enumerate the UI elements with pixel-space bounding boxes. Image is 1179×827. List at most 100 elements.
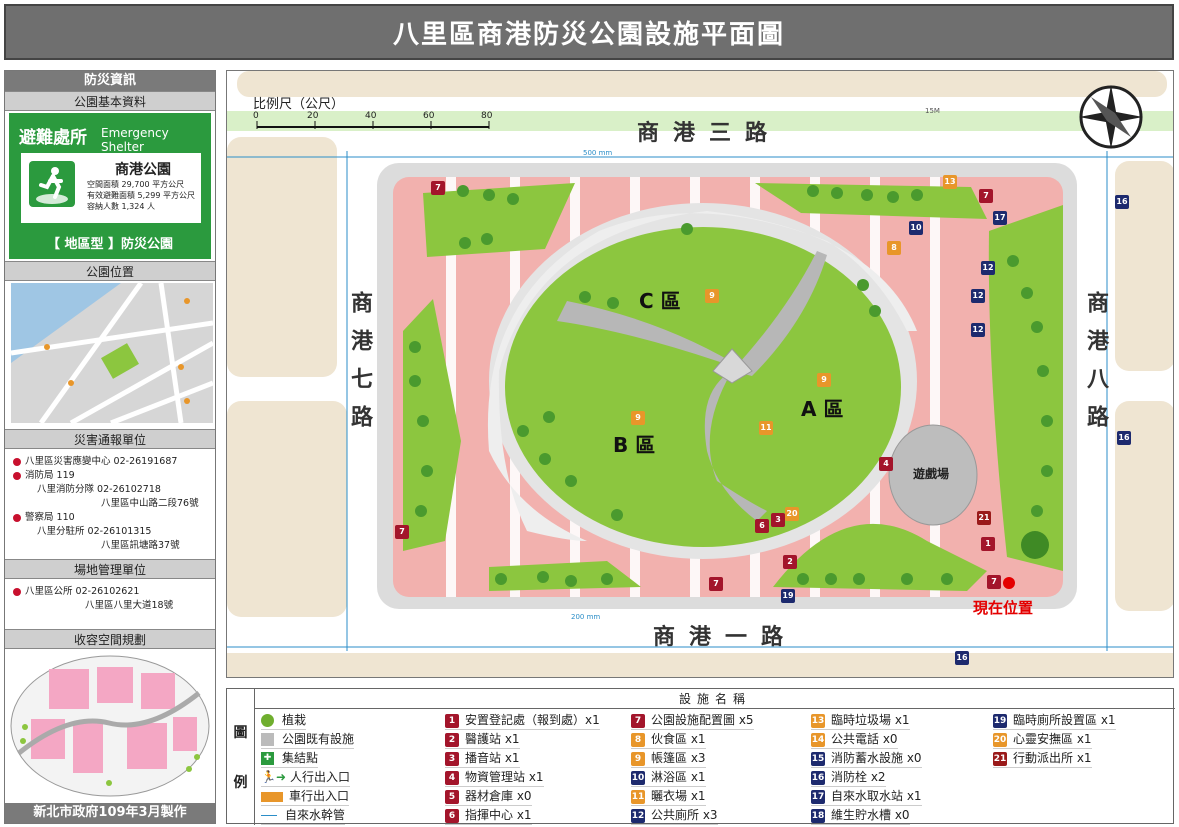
zone-a-label: A 區 <box>801 397 844 421</box>
legend-side-bottom: 例 <box>233 775 248 791</box>
facility-number-badge: 5 <box>445 789 459 804</box>
legend-facility-14: 14 公共電話 x0 <box>811 730 898 749</box>
location-minimap <box>11 283 213 423</box>
facility-badge-3: 3 <box>771 513 785 527</box>
facility-number-badge: 18 <box>811 808 825 823</box>
footer-credit: 新北市政府109年3月製作 <box>5 803 215 823</box>
vehicle-entrance-icon <box>261 791 283 802</box>
legend-facility-8: 8 伙食區 x1 <box>631 730 706 749</box>
legend-facility-12: 12 公共廁所 x3 <box>631 806 718 825</box>
road-south-label: 商港一路 <box>653 625 798 650</box>
zone-c-label: C 區 <box>639 289 681 313</box>
legend: 圖 例 設施名稱 植栽 公園既有設施 ✚ 集結點 🏃➜ 人行出入口 車行出入口 自來… <box>226 688 1175 825</box>
facility-label: 伙食區 x1 <box>651 732 706 746</box>
facility-label: 器材倉庫 x0 <box>465 789 532 803</box>
facility-label: 臨時垃圾場 x1 <box>831 713 910 727</box>
facility-number-badge: 16 <box>811 770 825 785</box>
report-list: 八里區災害應變中心 02-26191687 消防局 119 八里消防分隊 02-… <box>11 455 217 553</box>
legend-facility-11: 11 曬衣場 x1 <box>631 787 706 806</box>
facility-badge-4: 4 <box>879 457 893 471</box>
report-row: 消防局 119 <box>11 469 217 483</box>
legend-assembly: ✚ 集結點 <box>261 749 319 768</box>
shelter-card: 避難處所 Emergency Shelter 商港公園 空間面積 29,700 … <box>9 113 211 259</box>
facility-label: 公共電話 x0 <box>831 732 898 746</box>
legend-side-top: 圖 <box>233 725 248 741</box>
facility-number-badge: 4 <box>445 770 459 785</box>
facility-badge-7: 7 <box>395 525 409 539</box>
legend-facility-10: 10 淋浴區 x1 <box>631 768 706 787</box>
manage-row: 八里區公所 02-26102621 <box>11 585 217 599</box>
facility-number-badge: 17 <box>811 789 825 804</box>
facility-label: 淋浴區 x1 <box>651 770 706 784</box>
facility-number-badge: 1 <box>445 713 459 728</box>
scale-tick-20: 20 <box>307 111 319 121</box>
facility-number-badge: 6 <box>445 808 459 823</box>
legend-facility-9: 9 帳篷區 x3 <box>631 749 706 768</box>
facility-number-badge: 19 <box>993 713 1007 728</box>
playground-label: 遊戲場 <box>913 467 950 481</box>
facility-label: 公共廁所 x3 <box>651 808 718 822</box>
road-west-label: 商港七路 <box>347 291 372 443</box>
facility-label: 指揮中心 x1 <box>465 808 532 822</box>
facility-number-badge: 10 <box>631 770 645 785</box>
legend-facility-5: 5 器材倉庫 x0 <box>445 787 532 806</box>
legend-facility-7: 7 公園設施配置圖 x5 <box>631 711 754 730</box>
facility-label: 心靈安撫區 x1 <box>1013 732 1092 746</box>
road-north-label: 商港三路 <box>637 121 782 146</box>
facility-label: 醫護站 x1 <box>465 732 520 746</box>
sidebar: 防災資訊 公園基本資料 避難處所 Emergency Shelter 商港公園 … <box>4 70 216 824</box>
legend-vehicle: 車行出入口 <box>261 787 350 806</box>
legend-facility-2: 2 醫護站 x1 <box>445 730 520 749</box>
facility-number-badge: 20 <box>993 732 1007 747</box>
legend-side: 圖 例 <box>227 689 255 825</box>
facility-label: 行動派出所 x1 <box>1013 751 1092 765</box>
facility-number-badge: 12 <box>631 808 645 823</box>
legend-facility-21: 21 行動派出所 x1 <box>993 749 1092 768</box>
road-east-label: 商港八路 <box>1083 291 1108 443</box>
facility-badge-20: 20 <box>785 507 799 521</box>
facility-number-badge: 8 <box>631 732 645 747</box>
space-area: 空間面積 29,700 平方公尺 <box>87 180 185 189</box>
scale-tick-60: 60 <box>423 111 435 121</box>
facility-badge-10: 10 <box>909 221 923 235</box>
dim-15m: 15M <box>925 107 940 115</box>
facility-badge-17: 17 <box>993 211 1007 225</box>
facility-badge-2: 2 <box>783 555 797 569</box>
facility-label: 播音站 x1 <box>465 751 520 765</box>
legend-facility-6: 6 指揮中心 x1 <box>445 806 532 825</box>
legend-facility-18: 18 維生貯水槽 x0 <box>811 806 910 825</box>
legend-facility-4: 4 物資管理站 x1 <box>445 768 544 787</box>
facility-badge-9: 9 <box>817 373 831 387</box>
facility-badge-12: 12 <box>981 261 995 275</box>
shelter-en: Emergency Shelter <box>101 126 169 154</box>
facility-number-badge: 21 <box>993 751 1007 766</box>
legend-plant: 植栽 <box>261 711 307 730</box>
facility-badge-11: 11 <box>759 421 773 435</box>
facility-number-badge: 2 <box>445 732 459 747</box>
location-header: 公園位置 <box>5 261 215 281</box>
scale-label: 比例尺（公尺） <box>253 97 345 112</box>
facility-label: 臨時廁所設置區 x1 <box>1013 713 1116 727</box>
legend-existing: 公園既有設施 <box>261 730 355 749</box>
facility-badge-9: 9 <box>631 411 645 425</box>
facility-badge-16: 16 <box>1115 195 1129 209</box>
facility-badge-12: 12 <box>971 289 985 303</box>
facility-label: 公園設施配置圖 x5 <box>651 713 754 727</box>
report-row: 警察局 110 <box>11 511 217 525</box>
facility-label: 消防栓 x2 <box>831 770 886 784</box>
facility-number-badge: 7 <box>631 713 645 728</box>
legend-facility-15: 15 消防蓄水設施 x0 <box>811 749 922 768</box>
report-row: 八里消防分隊 02-26102718 <box>37 484 161 495</box>
legend-facility-3: 3 播音站 x1 <box>445 749 520 768</box>
report-row: 八里分駐所 02-26101315 <box>37 526 152 537</box>
title-bar: 八里區商港防災公園設施平面圖 <box>4 4 1174 60</box>
legend-facility-16: 16 消防栓 x2 <box>811 768 886 787</box>
facility-label: 自來水取水站 x1 <box>831 789 922 803</box>
facility-badge-7: 7 <box>987 575 1001 589</box>
disaster-info-header: 防災資訊 <box>5 71 215 91</box>
facility-label: 曬衣場 x1 <box>651 789 706 803</box>
facility-number-badge: 13 <box>811 713 825 728</box>
scale-tick-0: 0 <box>253 111 259 121</box>
facility-number-badge: 14 <box>811 732 825 747</box>
report-header: 災害通報單位 <box>5 429 215 449</box>
